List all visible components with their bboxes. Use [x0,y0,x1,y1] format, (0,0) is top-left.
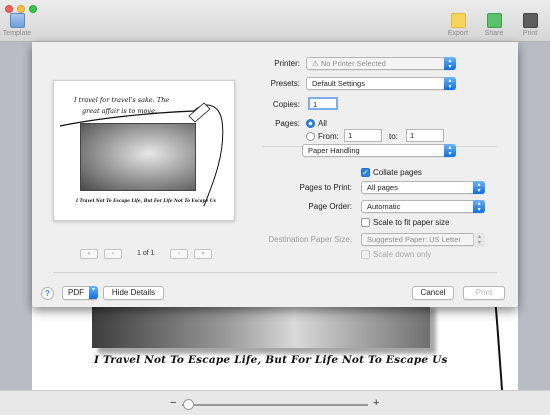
share-button[interactable]: Share [479,13,509,37]
scale-down-only-checkbox[interactable] [361,250,370,259]
presets-value: Default Settings [312,79,365,88]
cancel-button[interactable]: Cancel [412,286,454,300]
zoom-slider-track[interactable] [182,404,368,406]
template-icon [9,13,25,28]
presets-popup[interactable]: Default Settings ▴ ▾ [306,77,456,90]
pages-to-label: to: [389,132,398,141]
last-page-button[interactable]: » [194,249,212,259]
pages-to-print-value: All pages [367,183,398,192]
dest-paper-size-label: Destination Paper Size: [268,235,352,244]
preview-photo [80,123,196,191]
pages-label: Pages: [275,119,300,128]
collate-label: Collate pages [373,168,422,177]
minimize-window-button[interactable] [17,5,25,13]
document-caption: I Travel Not To Escape Life, But For Lif… [94,354,448,366]
export-label: Export [447,30,469,37]
print-dialog: I travel for travel's sake. The great af… [32,42,518,307]
share-icon [486,13,502,28]
close-window-button[interactable] [5,5,13,13]
printer-popup[interactable]: ⚠ No Printer Selected ▴ ▾ [306,57,456,70]
zoom-slider-thumb[interactable] [183,399,194,410]
export-button[interactable]: Export [443,13,473,37]
section-popup[interactable]: Paper Handling ▴ ▾ [302,144,456,157]
printer-icon [522,13,538,28]
help-button[interactable]: ? [41,287,54,300]
hide-details-button[interactable]: Hide Details [103,286,164,300]
preview-quote-line1: I travel for travel's sake. The [74,96,170,104]
scale-to-fit-checkbox[interactable] [361,218,370,227]
presets-label: Presets: [270,79,300,88]
scale-down-only-label: Scale down only [373,250,432,259]
page-indicator: 1 of 1 [137,250,155,257]
pages-from-radio[interactable] [306,132,315,141]
page-order-value: Automatic [367,202,401,211]
window-titlebar: Template Export Share Print [0,0,550,42]
print-button[interactable]: Print [463,286,505,300]
page-order-popup[interactable]: Automatic ▴ ▾ [361,200,485,213]
zoom-window-button[interactable] [29,5,37,13]
chevron-updown-icon: ▴ ▾ [473,233,485,246]
printer-label: Printer: [274,59,300,68]
page-order-label: Page Order: [308,202,352,211]
pages-to-print-label: Pages to Print: [299,183,352,192]
document-photo [92,302,430,348]
copies-label: Copies: [272,100,300,109]
print-toolbar-label: Print [522,30,538,37]
template-label: Template [2,30,32,37]
warning-icon: ⚠ [312,59,321,68]
zoom-out-button[interactable]: − [170,397,176,409]
pdf-menu-button[interactable]: PDF ▾ [62,286,98,300]
dest-paper-size-value: Suggested Paper: US Letter [367,235,461,244]
section-value: Paper Handling [308,146,360,155]
zoom-bar: − + [0,390,550,415]
footer-divider [53,272,497,273]
chevron-updown-icon: ▴ ▾ [444,77,456,90]
chevron-updown-icon: ▴ ▾ [473,200,485,213]
preview-caption: I Travel Not To Escape Life, But For Lif… [76,199,216,204]
export-icon [450,13,466,28]
pages-from-label: From: [318,132,339,141]
printer-value: No Printer Selected [320,59,386,68]
pages-to-field[interactable]: 1 [406,129,444,142]
dest-paper-size-popup[interactable]: Suggested Paper: US Letter ▴ ▾ [361,233,485,246]
previous-page-button[interactable]: ‹ [104,249,122,259]
pdf-label: PDF [68,288,84,297]
pages-to-print-popup[interactable]: All pages ▴ ▾ [361,181,485,194]
zoom-in-button[interactable]: + [373,397,379,409]
collate-checkbox[interactable]: ✓ [361,168,370,177]
share-label: Share [484,30,504,37]
first-page-button[interactable]: « [80,249,98,259]
pages-all-radio[interactable] [306,119,315,128]
chevron-updown-icon: ▴ ▾ [473,181,485,194]
scale-to-fit-label: Scale to fit paper size [373,218,450,227]
chevron-updown-icon: ▴ ▾ [444,57,456,70]
next-page-button[interactable]: › [170,249,188,259]
print-toolbar-button[interactable]: Print [515,13,545,37]
pages-all-label: All [318,119,327,128]
chevron-down-icon: ▾ [89,286,98,299]
pages-from-field[interactable]: 1 [344,129,382,142]
preview-quote-line2: great affair is to move. [82,107,158,115]
copies-field[interactable]: 1 [308,97,338,110]
template-button[interactable]: Template [2,13,32,37]
chevron-updown-icon: ▴ ▾ [444,144,456,157]
